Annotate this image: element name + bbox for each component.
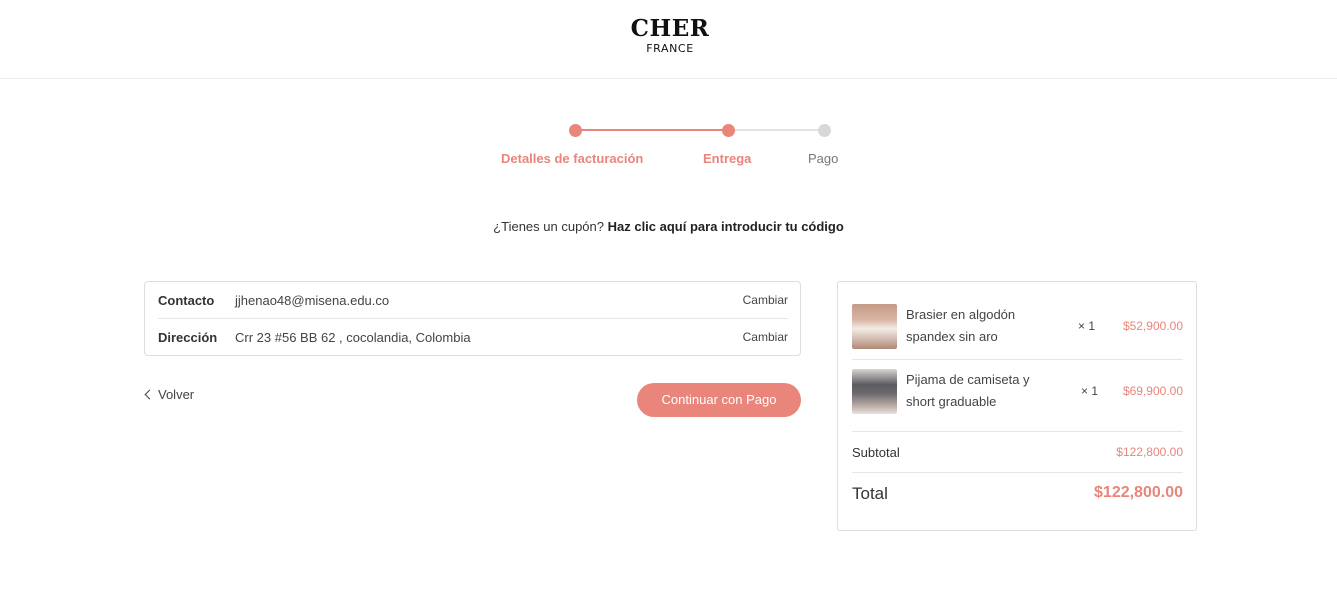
contact-label: Contacto xyxy=(158,293,215,308)
step-dot-delivery xyxy=(722,124,735,137)
address-value: Crr 23 #56 BB 62 , cocolandia, Colombia xyxy=(235,330,471,345)
coupon-link[interactable]: Haz clic aquí para introducir tu código xyxy=(608,219,844,234)
order-summary: Brasier en algodón spandex sin aro × 1 $… xyxy=(837,281,1197,531)
review-row-address: Dirección Crr 23 #56 BB 62 , cocolandia,… xyxy=(158,319,788,356)
chevron-left-icon xyxy=(144,389,155,400)
continue-to-payment-button[interactable]: Continuar con Pago xyxy=(637,383,801,417)
review-row-contact: Contacto jjhenao48@misena.edu.co Cambiar xyxy=(158,282,788,319)
step-dot-payment xyxy=(818,124,831,137)
contact-value: jjhenao48@misena.edu.co xyxy=(235,293,390,308)
subtotal-row: Subtotal $122,800.00 xyxy=(852,433,1183,473)
address-label: Dirección xyxy=(158,330,218,345)
item-quantity: × 1 xyxy=(1081,384,1099,398)
product-thumbnail xyxy=(852,304,897,349)
total-value: $122,800.00 xyxy=(1094,484,1183,501)
product-thumbnail xyxy=(852,369,897,414)
total-row: Total $122,800.00 xyxy=(852,474,1183,514)
step-label-delivery: Entrega xyxy=(703,151,752,166)
coupon-notice: ¿Tienes un cupón? Haz clic aquí para int… xyxy=(0,219,1337,234)
change-contact-link[interactable]: Cambiar xyxy=(743,293,788,307)
change-address-link[interactable]: Cambiar xyxy=(743,330,788,344)
step-label-payment: Pago xyxy=(808,151,839,166)
item-quantity: × 1 xyxy=(1078,319,1096,333)
back-label: Volver xyxy=(158,387,195,402)
step-dot-billing xyxy=(569,124,582,137)
item-name: Pijama de camiseta y short graduable xyxy=(906,372,1030,409)
item-price: $69,900.00 xyxy=(1122,384,1183,398)
checkout-stepper: Detalles de facturación Entrega Pago xyxy=(0,0,1337,180)
review-box: Contacto jjhenao48@misena.edu.co Cambiar… xyxy=(144,281,801,356)
total-label: Total xyxy=(852,484,888,503)
step-line-completed-1 xyxy=(575,129,728,131)
summary-item: Brasier en algodón spandex sin aro × 1 $… xyxy=(852,295,1183,360)
coupon-prompt: ¿Tienes un cupón? xyxy=(493,219,604,234)
summary-item: Pijama de camiseta y short graduable × 1… xyxy=(852,360,1183,432)
item-price: $52,900.00 xyxy=(1122,319,1183,333)
subtotal-value: $122,800.00 xyxy=(1116,445,1183,459)
item-name: Brasier en algodón spandex sin aro xyxy=(906,307,1016,344)
step-label-billing: Detalles de facturación xyxy=(501,151,644,166)
back-link[interactable]: Volver xyxy=(144,387,194,402)
subtotal-label: Subtotal xyxy=(852,445,900,460)
step-line-pending-2 xyxy=(728,129,824,131)
